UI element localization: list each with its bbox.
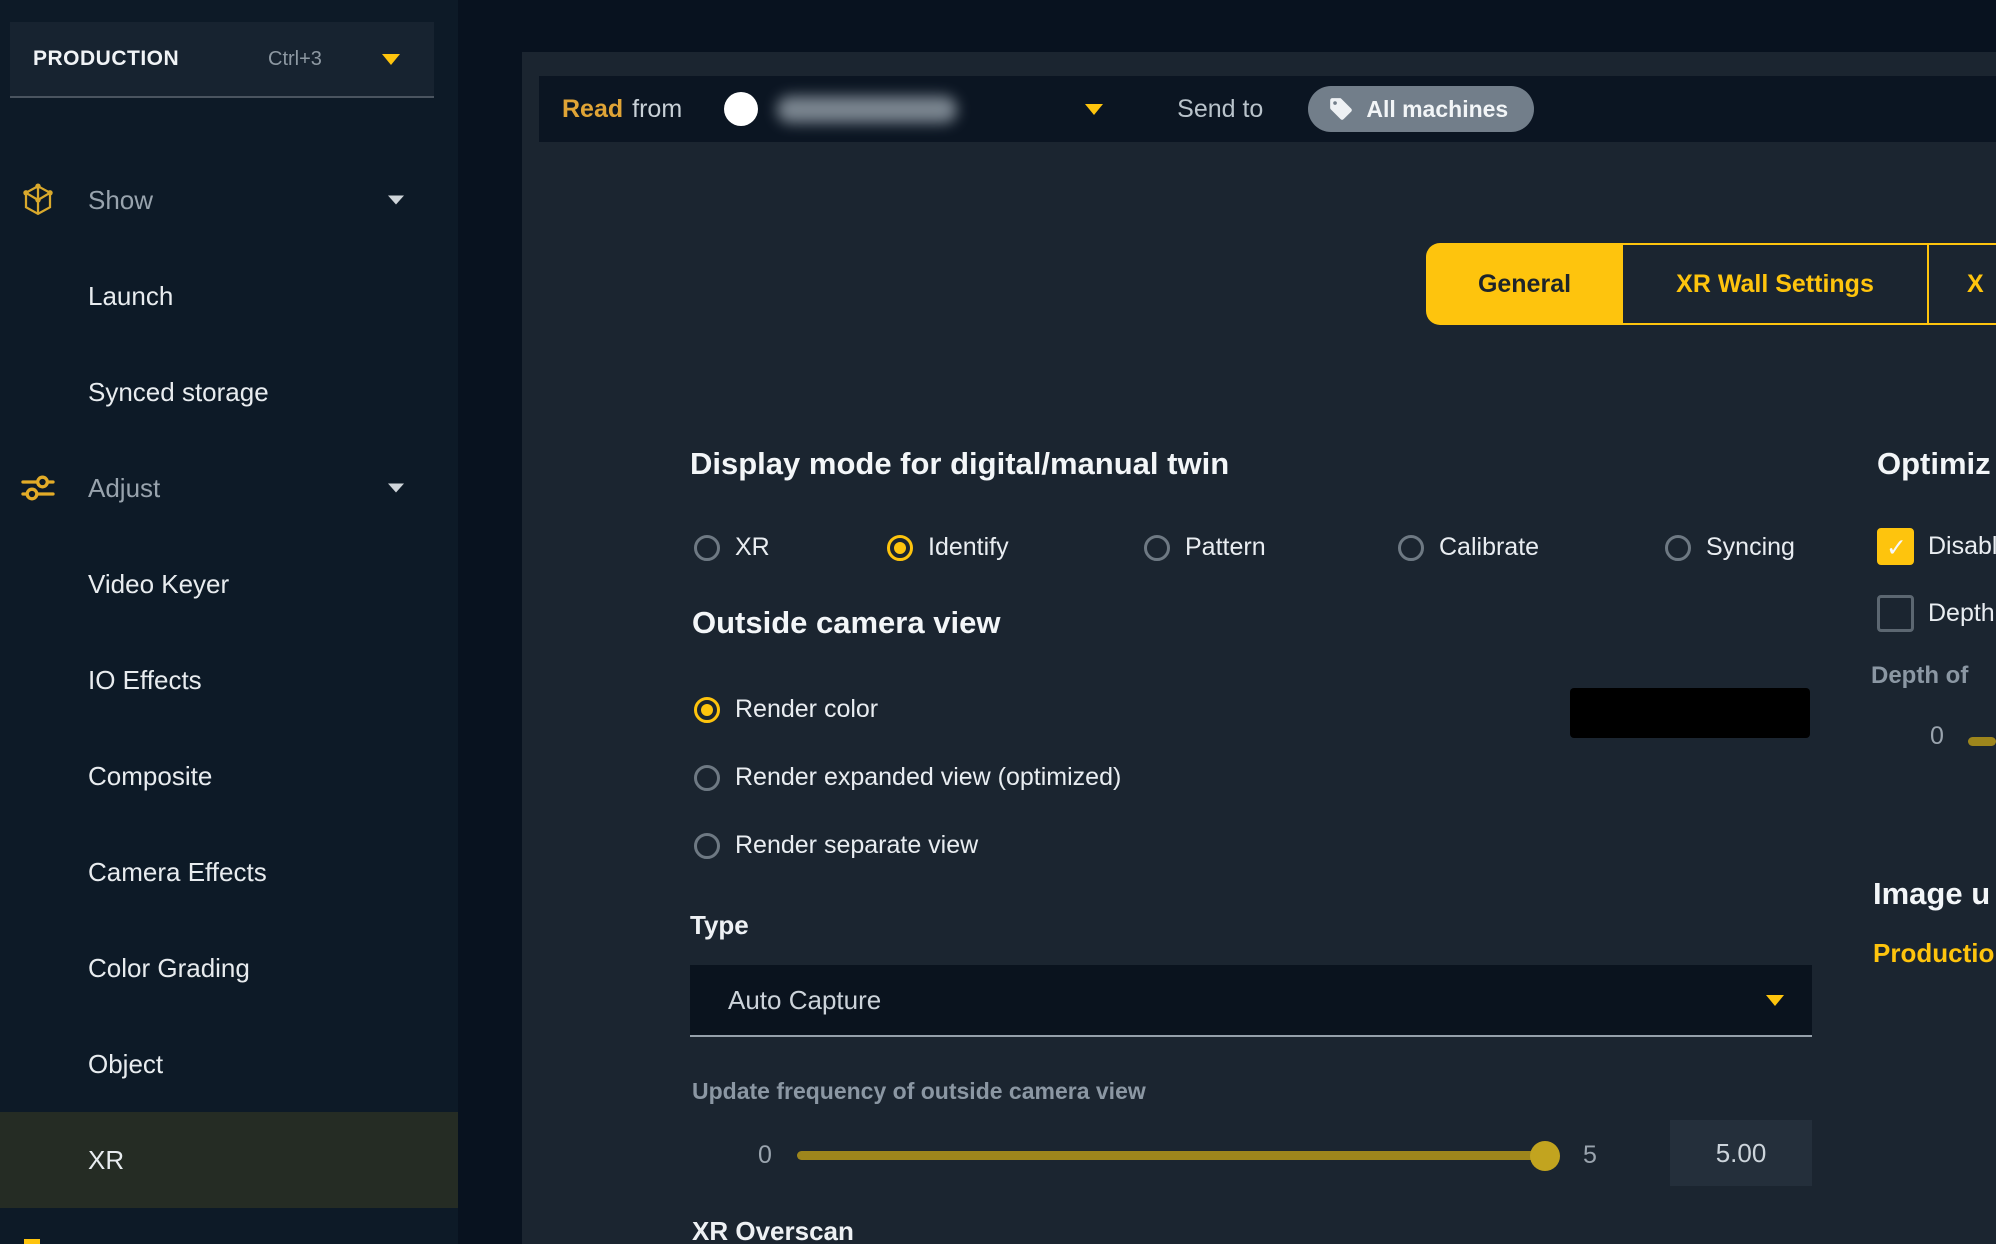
radio-icon: [694, 535, 720, 561]
update-frequency-slider[interactable]: [797, 1151, 1547, 1160]
radio-identify[interactable]: Identify: [887, 533, 1009, 562]
all-machines-button[interactable]: All machines: [1308, 86, 1534, 132]
right-slider[interactable]: [1968, 737, 1996, 746]
production-shortcut: Ctrl+3: [268, 48, 322, 71]
display-mode-heading: Display mode for digital/manual twin: [690, 446, 1229, 482]
tag-icon: [1328, 96, 1354, 122]
sidebar-item-xr[interactable]: XR: [0, 1112, 458, 1208]
machine-io-bar: Read from Send to All machines: [539, 76, 1996, 142]
radio-icon: [887, 535, 913, 561]
sidebar-menu: Show Launch Synced storage Adjust: [0, 152, 458, 1208]
radio-icon: [694, 833, 720, 859]
chevron-down-icon[interactable]: [1085, 104, 1103, 115]
radio-render-expanded-view[interactable]: Render expanded view (optimized): [694, 763, 1121, 792]
checkbox-icon: [1877, 595, 1914, 632]
radio-icon: [1665, 535, 1691, 561]
radio-icon: [694, 765, 720, 791]
sidebar-group-show[interactable]: Show: [0, 152, 458, 248]
sidebar-item-composite[interactable]: Composite: [0, 728, 458, 824]
radio-icon: [1144, 535, 1170, 561]
sidebar-item-synced-storage[interactable]: Synced storage: [0, 344, 458, 440]
production-title: PRODUCTION: [33, 47, 179, 71]
slider-min-label: 0: [758, 1141, 772, 1170]
tab-general[interactable]: General: [1426, 243, 1623, 325]
send-to-label: Send to: [1177, 95, 1263, 124]
sidebar-item-label: Color Grading: [0, 953, 250, 984]
all-machines-label: All machines: [1366, 96, 1508, 123]
radio-icon: [1398, 535, 1424, 561]
depth-of-label: Depth of: [1871, 662, 1968, 690]
sidebar-item-color-grading[interactable]: Color Grading: [0, 920, 458, 1016]
tab-xr-wall-settings[interactable]: XR Wall Settings: [1623, 243, 1929, 325]
tab-clipped[interactable]: X: [1929, 243, 1996, 325]
radio-icon: [694, 697, 720, 723]
production-selector[interactable]: PRODUCTION Ctrl+3: [10, 22, 434, 98]
next-group-icon-fragment: [24, 1239, 40, 1244]
sliders-icon: [20, 470, 56, 506]
radio-render-separate-view[interactable]: Render separate view: [694, 831, 978, 860]
checkbox-icon: [1877, 528, 1914, 565]
optimization-heading: Optimiz: [1877, 446, 1991, 482]
main-panel: Read from Send to All machines General X…: [522, 52, 1996, 1244]
slider-max-label: 5: [1583, 1141, 1597, 1170]
chevron-down-icon: [388, 484, 404, 493]
sidebar-item-label: Launch: [0, 281, 173, 312]
read-from-label: from: [632, 95, 682, 124]
machine-name-redacted: [777, 96, 957, 123]
sidebar-item-launch[interactable]: Launch: [0, 248, 458, 344]
radio-render-color[interactable]: Render color: [694, 695, 878, 724]
type-label: Type: [690, 910, 749, 941]
sidebar-item-label: Composite: [0, 761, 212, 792]
chevron-down-icon: [1766, 995, 1784, 1006]
production-link[interactable]: Productio: [1873, 938, 1994, 969]
sidebar-item-object[interactable]: Object: [0, 1016, 458, 1112]
checkbox-depth[interactable]: Depth: [1877, 595, 1995, 632]
chevron-down-icon: [388, 196, 404, 205]
sidebar-item-label: XR: [0, 1145, 124, 1176]
sidebar-item-label: Video Keyer: [0, 569, 229, 600]
type-dropdown-value: Auto Capture: [728, 985, 881, 1016]
image-used-heading: Image u: [1873, 876, 1990, 912]
cube-icon: [20, 182, 56, 218]
slider-thumb[interactable]: [1530, 1141, 1560, 1171]
sidebar: PRODUCTION Ctrl+3 Show L: [0, 0, 458, 1244]
tab-label: General: [1478, 270, 1571, 299]
xr-overscan-heading: XR Overscan: [692, 1216, 854, 1244]
update-frequency-label: Update frequency of outside camera view: [692, 1078, 1146, 1105]
sidebar-item-label: IO Effects: [0, 665, 202, 696]
sidebar-item-label: Object: [0, 1049, 163, 1080]
update-frequency-value-field[interactable]: 5.00: [1670, 1120, 1812, 1186]
type-dropdown[interactable]: Auto Capture: [690, 965, 1812, 1037]
tab-label: X: [1967, 270, 1984, 299]
outside-camera-view-heading: Outside camera view: [692, 605, 1000, 641]
checkbox-disable[interactable]: Disabl: [1877, 528, 1996, 565]
sidebar-item-video-keyer[interactable]: Video Keyer: [0, 536, 458, 632]
radio-xr[interactable]: XR: [694, 533, 770, 562]
sidebar-item-camera-effects[interactable]: Camera Effects: [0, 824, 458, 920]
radio-pattern[interactable]: Pattern: [1144, 533, 1266, 562]
render-color-swatch[interactable]: [1570, 688, 1810, 738]
machine-status-icon: [724, 92, 758, 126]
read-from-label-accent: Read: [562, 95, 623, 124]
sidebar-item-io-effects[interactable]: IO Effects: [0, 632, 458, 728]
radio-calibrate[interactable]: Calibrate: [1398, 533, 1539, 562]
sidebar-group-adjust[interactable]: Adjust: [0, 440, 458, 536]
sidebar-item-label: Camera Effects: [0, 857, 267, 888]
radio-syncing[interactable]: Syncing: [1665, 533, 1795, 562]
right-slider-min-label: 0: [1930, 722, 1944, 751]
sidebar-item-label: Synced storage: [0, 377, 269, 408]
chevron-down-icon: [382, 54, 400, 65]
tab-label: XR Wall Settings: [1676, 270, 1874, 299]
